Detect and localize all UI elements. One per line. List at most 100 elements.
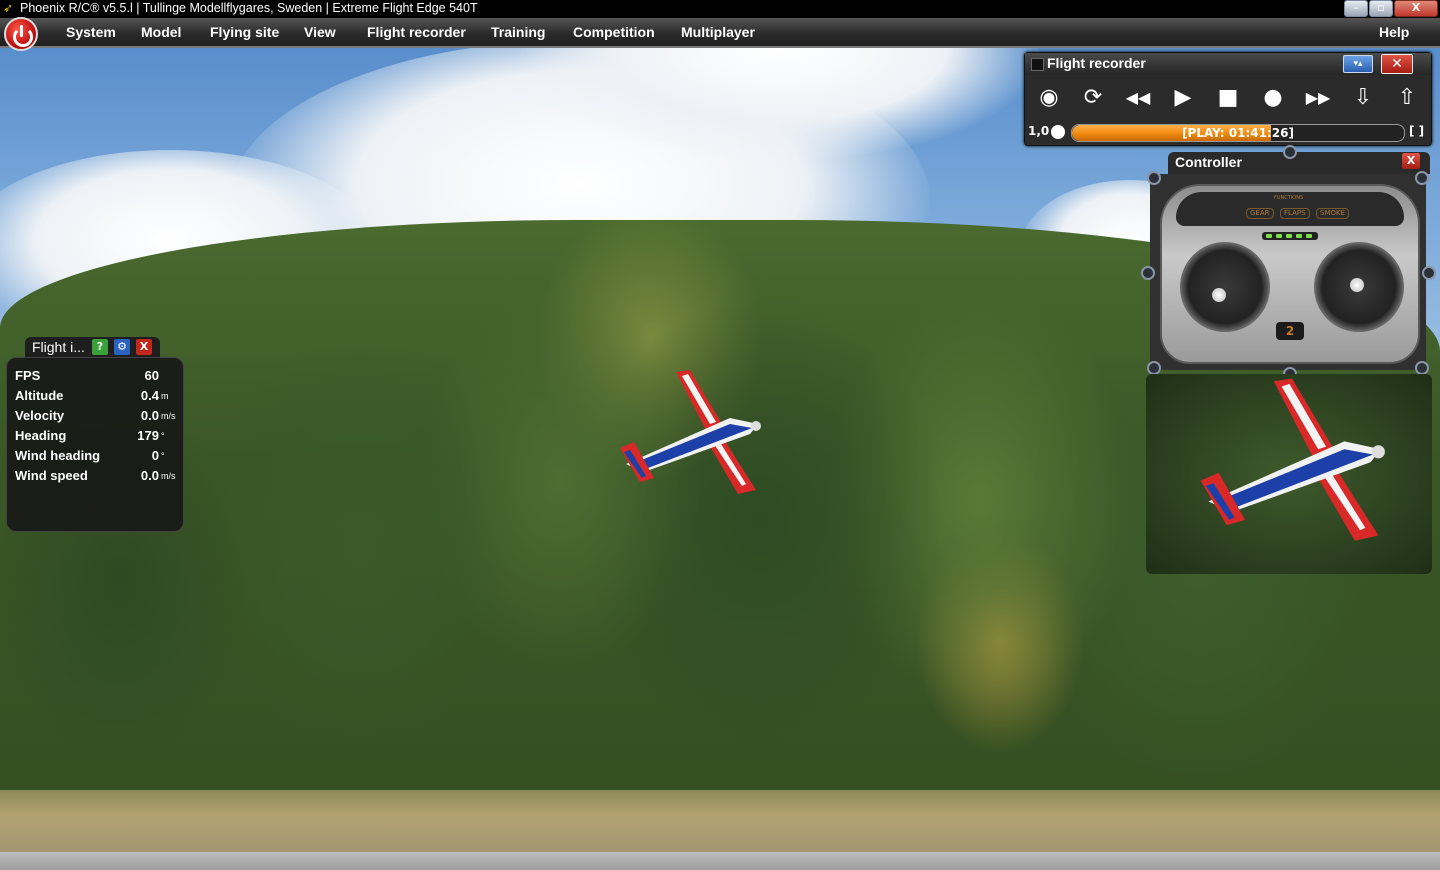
resize-handle[interactable] bbox=[1415, 361, 1429, 375]
power-button[interactable] bbox=[4, 17, 38, 51]
menu-system[interactable]: System bbox=[66, 24, 116, 40]
chase-camera-view[interactable] bbox=[1146, 374, 1432, 574]
import-icon: ⇩ bbox=[1353, 85, 1373, 110]
recorder-timeline: 1,0 [PLAY: 01:41:26] [ ] bbox=[1025, 121, 1431, 143]
flaps-switch: FLAPS bbox=[1280, 208, 1310, 219]
info-value: 0.0 bbox=[140, 408, 159, 423]
info-unit: m/s bbox=[161, 471, 176, 481]
resize-handle[interactable] bbox=[1147, 361, 1161, 375]
info-value: 0.0 bbox=[140, 468, 159, 483]
info-row-heading: Heading 179 ° bbox=[15, 428, 177, 446]
info-unit: ° bbox=[161, 451, 165, 461]
right-stick-gimbal bbox=[1314, 242, 1404, 332]
pin-checkbox[interactable] bbox=[1031, 58, 1044, 71]
flight-recorder-header[interactable]: Flight recorder ▾▴ ✕ bbox=[1025, 53, 1431, 75]
resize-handle[interactable] bbox=[1415, 171, 1429, 185]
runway bbox=[0, 852, 1440, 870]
info-unit: m/s bbox=[161, 411, 176, 421]
export-button[interactable]: ⇧ bbox=[1387, 79, 1427, 117]
settings-icon: ⚙ bbox=[117, 340, 127, 353]
info-label: Velocity bbox=[15, 408, 65, 423]
loop-icon: ⟳ bbox=[1083, 85, 1103, 110]
info-unit: ° bbox=[161, 431, 165, 441]
menu-model[interactable]: Model bbox=[141, 24, 181, 40]
info-label: Heading bbox=[15, 428, 67, 443]
info-row-wind-speed: Wind speed 0.0 m/s bbox=[15, 468, 177, 486]
camera-view-button[interactable]: ◉ bbox=[1029, 79, 1069, 117]
left-stick-gimbal bbox=[1180, 242, 1270, 332]
menu-multiplayer[interactable]: Multiplayer bbox=[681, 24, 755, 40]
led bbox=[1286, 234, 1292, 238]
help-button[interactable]: ? bbox=[92, 339, 108, 355]
rewind-icon: ◀◀ bbox=[1125, 88, 1151, 107]
help-icon: ? bbox=[96, 340, 104, 353]
transmitter-graphic: FUNCTIONS GEAR FLAPS SMOKE 2 bbox=[1160, 184, 1420, 364]
camera-view-icon: ◉ bbox=[1039, 85, 1059, 110]
loop-button[interactable]: ⟳ bbox=[1073, 79, 1113, 117]
playback-progress-bar[interactable]: [PLAY: 01:41:26] bbox=[1071, 124, 1405, 142]
speed-knob[interactable] bbox=[1051, 125, 1065, 139]
fast-forward-button[interactable]: ▶▶ bbox=[1298, 79, 1338, 117]
play-button[interactable]: ▶ bbox=[1163, 79, 1203, 117]
maximize-icon: ▫ bbox=[1377, 1, 1385, 14]
close-icon: ✕ bbox=[1391, 56, 1403, 72]
menu-help[interactable]: Help bbox=[1379, 24, 1409, 40]
airplane-model bbox=[620, 370, 761, 494]
info-row-wind-heading: Wind heading 0 ° bbox=[15, 448, 177, 466]
menu-flying-site[interactable]: Flying site bbox=[210, 24, 279, 40]
resize-handle[interactable] bbox=[1283, 145, 1297, 159]
minimize-button[interactable]: – bbox=[1344, 0, 1368, 17]
collapse-button[interactable]: ▾▴ bbox=[1343, 55, 1373, 73]
info-value: 60 bbox=[144, 368, 159, 383]
info-row-velocity: Velocity 0.0 m/s bbox=[15, 408, 177, 426]
menu-flight-recorder[interactable]: Flight recorder bbox=[367, 24, 466, 40]
flight-recorder-panel: Flight recorder ▾▴ ✕ ◉ ⟳ ◀◀ ▶ ■ ● ▶▶ ⇩ ⇧… bbox=[1024, 52, 1432, 146]
loop-range-button[interactable]: [ ] bbox=[1409, 124, 1424, 138]
menu-bar: System Model Flying site View Flight rec… bbox=[0, 18, 1440, 48]
record-button[interactable]: ● bbox=[1253, 79, 1293, 117]
import-button[interactable]: ⇩ bbox=[1343, 79, 1383, 117]
stop-button[interactable]: ■ bbox=[1208, 79, 1248, 117]
collapse-icon: ▾▴ bbox=[1353, 59, 1363, 69]
menu-training[interactable]: Training bbox=[491, 24, 545, 40]
minimize-icon: – bbox=[1353, 1, 1359, 14]
close-icon: X bbox=[1406, 154, 1416, 167]
controller-close-button[interactable]: X bbox=[1402, 153, 1420, 169]
info-row-altitude: Altitude 0.4 m bbox=[15, 388, 177, 406]
resize-handle[interactable] bbox=[1147, 171, 1161, 185]
flight-info-close-button[interactable]: X bbox=[136, 339, 152, 355]
close-icon: X bbox=[1411, 1, 1421, 14]
info-label: FPS bbox=[15, 368, 41, 383]
play-icon: ▶ bbox=[1174, 85, 1192, 110]
export-icon: ⇧ bbox=[1397, 85, 1417, 110]
flight-info-header[interactable]: Flight i... ? ⚙ X bbox=[25, 337, 160, 359]
playback-speed[interactable]: 1,0 bbox=[1028, 124, 1049, 138]
maximize-button[interactable]: ▫ bbox=[1369, 0, 1393, 17]
controller-title: Controller bbox=[1175, 154, 1242, 170]
resize-handle[interactable] bbox=[1422, 266, 1436, 280]
battery-leds bbox=[1262, 232, 1318, 240]
info-value: 0 bbox=[151, 448, 159, 463]
close-window-button[interactable]: X bbox=[1394, 0, 1438, 17]
flight-recorder-close-button[interactable]: ✕ bbox=[1381, 54, 1413, 74]
fast-forward-icon: ▶▶ bbox=[1305, 88, 1331, 107]
left-stick bbox=[1212, 288, 1226, 302]
recorder-toolbar: ◉ ⟳ ◀◀ ▶ ■ ● ▶▶ ⇩ ⇧ bbox=[1029, 79, 1427, 117]
menu-competition[interactable]: Competition bbox=[573, 24, 655, 40]
led bbox=[1266, 234, 1272, 238]
rewind-button[interactable]: ◀◀ bbox=[1118, 79, 1158, 117]
info-label: Wind heading bbox=[15, 448, 101, 463]
window-titlebar: ➶ Phoenix R/C® v5.5.l | Tullinge Modellf… bbox=[0, 0, 1440, 18]
controller-body: FUNCTIONS GEAR FLAPS SMOKE 2 bbox=[1150, 174, 1426, 370]
right-stick bbox=[1350, 278, 1364, 292]
grass-field bbox=[0, 790, 1440, 852]
info-value: 179 bbox=[137, 428, 159, 443]
phoenix-bird-icon: ➶ bbox=[3, 1, 14, 15]
progress-label: [PLAY: 01:41:26] bbox=[1182, 126, 1294, 140]
settings-button[interactable]: ⚙ bbox=[114, 339, 130, 355]
menu-view[interactable]: View bbox=[304, 24, 336, 40]
controller-header[interactable]: Controller X bbox=[1168, 152, 1430, 174]
stop-icon: ■ bbox=[1217, 85, 1239, 110]
resize-handle[interactable] bbox=[1141, 266, 1155, 280]
window-title: Phoenix R/C® v5.5.l | Tullinge Modellfly… bbox=[20, 1, 478, 15]
